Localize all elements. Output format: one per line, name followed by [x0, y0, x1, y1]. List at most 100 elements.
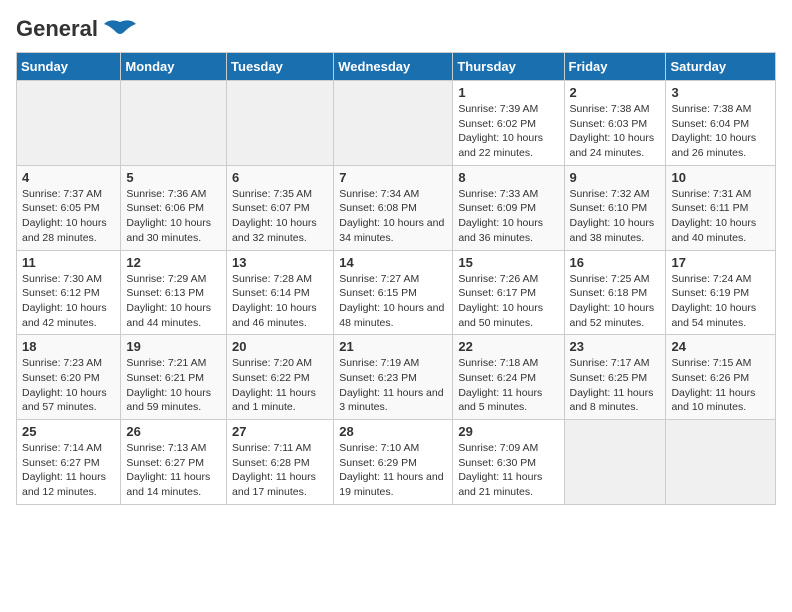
day-info: Sunrise: 7:23 AMSunset: 6:20 PMDaylight:… [22, 356, 115, 415]
calendar-cell [17, 81, 121, 166]
day-info: Sunrise: 7:20 AMSunset: 6:22 PMDaylight:… [232, 356, 328, 415]
page-header: General [16, 16, 776, 42]
day-number: 4 [22, 170, 115, 185]
calendar-cell [227, 81, 334, 166]
calendar-cell: 2 Sunrise: 7:38 AMSunset: 6:03 PMDayligh… [564, 81, 666, 166]
day-number: 7 [339, 170, 447, 185]
day-info: Sunrise: 7:38 AMSunset: 6:03 PMDaylight:… [570, 102, 661, 161]
calendar-cell: 20 Sunrise: 7:20 AMSunset: 6:22 PMDaylig… [227, 335, 334, 420]
calendar-cell: 28 Sunrise: 7:10 AMSunset: 6:29 PMDaylig… [334, 420, 453, 505]
calendar-cell [121, 81, 227, 166]
day-info: Sunrise: 7:38 AMSunset: 6:04 PMDaylight:… [671, 102, 770, 161]
day-number: 12 [126, 255, 221, 270]
day-info: Sunrise: 7:39 AMSunset: 6:02 PMDaylight:… [458, 102, 558, 161]
day-info: Sunrise: 7:27 AMSunset: 6:15 PMDaylight:… [339, 272, 447, 331]
day-info: Sunrise: 7:18 AMSunset: 6:24 PMDaylight:… [458, 356, 558, 415]
day-number: 29 [458, 424, 558, 439]
day-number: 2 [570, 85, 661, 100]
day-number: 5 [126, 170, 221, 185]
calendar-cell [334, 81, 453, 166]
day-number: 24 [671, 339, 770, 354]
day-info: Sunrise: 7:24 AMSunset: 6:19 PMDaylight:… [671, 272, 770, 331]
day-info: Sunrise: 7:31 AMSunset: 6:11 PMDaylight:… [671, 187, 770, 246]
calendar-cell: 7 Sunrise: 7:34 AMSunset: 6:08 PMDayligh… [334, 165, 453, 250]
col-header-sunday: Sunday [17, 53, 121, 81]
day-info: Sunrise: 7:19 AMSunset: 6:23 PMDaylight:… [339, 356, 447, 415]
calendar-cell: 4 Sunrise: 7:37 AMSunset: 6:05 PMDayligh… [17, 165, 121, 250]
calendar-cell: 16 Sunrise: 7:25 AMSunset: 6:18 PMDaylig… [564, 250, 666, 335]
day-number: 6 [232, 170, 328, 185]
col-header-monday: Monday [121, 53, 227, 81]
day-number: 19 [126, 339, 221, 354]
calendar-cell: 23 Sunrise: 7:17 AMSunset: 6:25 PMDaylig… [564, 335, 666, 420]
calendar-cell: 18 Sunrise: 7:23 AMSunset: 6:20 PMDaylig… [17, 335, 121, 420]
logo: General [16, 16, 138, 42]
day-number: 25 [22, 424, 115, 439]
day-number: 23 [570, 339, 661, 354]
day-info: Sunrise: 7:11 AMSunset: 6:28 PMDaylight:… [232, 441, 328, 500]
col-header-tuesday: Tuesday [227, 53, 334, 81]
day-info: Sunrise: 7:37 AMSunset: 6:05 PMDaylight:… [22, 187, 115, 246]
day-number: 21 [339, 339, 447, 354]
day-number: 17 [671, 255, 770, 270]
calendar-cell: 10 Sunrise: 7:31 AMSunset: 6:11 PMDaylig… [666, 165, 776, 250]
day-info: Sunrise: 7:32 AMSunset: 6:10 PMDaylight:… [570, 187, 661, 246]
day-info: Sunrise: 7:13 AMSunset: 6:27 PMDaylight:… [126, 441, 221, 500]
calendar-cell: 8 Sunrise: 7:33 AMSunset: 6:09 PMDayligh… [453, 165, 564, 250]
logo-general: General [16, 16, 98, 42]
calendar-cell: 11 Sunrise: 7:30 AMSunset: 6:12 PMDaylig… [17, 250, 121, 335]
day-info: Sunrise: 7:28 AMSunset: 6:14 PMDaylight:… [232, 272, 328, 331]
calendar-cell [564, 420, 666, 505]
day-number: 26 [126, 424, 221, 439]
day-number: 16 [570, 255, 661, 270]
day-info: Sunrise: 7:15 AMSunset: 6:26 PMDaylight:… [671, 356, 770, 415]
col-header-friday: Friday [564, 53, 666, 81]
day-number: 13 [232, 255, 328, 270]
calendar-cell: 3 Sunrise: 7:38 AMSunset: 6:04 PMDayligh… [666, 81, 776, 166]
calendar-cell: 29 Sunrise: 7:09 AMSunset: 6:30 PMDaylig… [453, 420, 564, 505]
calendar-cell: 12 Sunrise: 7:29 AMSunset: 6:13 PMDaylig… [121, 250, 227, 335]
day-info: Sunrise: 7:21 AMSunset: 6:21 PMDaylight:… [126, 356, 221, 415]
day-number: 27 [232, 424, 328, 439]
calendar-cell: 13 Sunrise: 7:28 AMSunset: 6:14 PMDaylig… [227, 250, 334, 335]
calendar-cell: 27 Sunrise: 7:11 AMSunset: 6:28 PMDaylig… [227, 420, 334, 505]
col-header-saturday: Saturday [666, 53, 776, 81]
calendar-cell: 9 Sunrise: 7:32 AMSunset: 6:10 PMDayligh… [564, 165, 666, 250]
day-info: Sunrise: 7:30 AMSunset: 6:12 PMDaylight:… [22, 272, 115, 331]
day-number: 18 [22, 339, 115, 354]
day-number: 28 [339, 424, 447, 439]
calendar-cell: 19 Sunrise: 7:21 AMSunset: 6:21 PMDaylig… [121, 335, 227, 420]
calendar-cell: 22 Sunrise: 7:18 AMSunset: 6:24 PMDaylig… [453, 335, 564, 420]
col-header-thursday: Thursday [453, 53, 564, 81]
day-number: 1 [458, 85, 558, 100]
calendar-cell: 1 Sunrise: 7:39 AMSunset: 6:02 PMDayligh… [453, 81, 564, 166]
col-header-wednesday: Wednesday [334, 53, 453, 81]
day-number: 22 [458, 339, 558, 354]
calendar-cell: 15 Sunrise: 7:26 AMSunset: 6:17 PMDaylig… [453, 250, 564, 335]
calendar-cell: 5 Sunrise: 7:36 AMSunset: 6:06 PMDayligh… [121, 165, 227, 250]
day-info: Sunrise: 7:36 AMSunset: 6:06 PMDaylight:… [126, 187, 221, 246]
calendar-table: SundayMondayTuesdayWednesdayThursdayFrid… [16, 52, 776, 505]
day-info: Sunrise: 7:09 AMSunset: 6:30 PMDaylight:… [458, 441, 558, 500]
calendar-cell: 17 Sunrise: 7:24 AMSunset: 6:19 PMDaylig… [666, 250, 776, 335]
day-info: Sunrise: 7:34 AMSunset: 6:08 PMDaylight:… [339, 187, 447, 246]
calendar-cell: 24 Sunrise: 7:15 AMSunset: 6:26 PMDaylig… [666, 335, 776, 420]
calendar-cell: 25 Sunrise: 7:14 AMSunset: 6:27 PMDaylig… [17, 420, 121, 505]
day-number: 9 [570, 170, 661, 185]
day-number: 20 [232, 339, 328, 354]
calendar-cell: 14 Sunrise: 7:27 AMSunset: 6:15 PMDaylig… [334, 250, 453, 335]
day-number: 10 [671, 170, 770, 185]
day-info: Sunrise: 7:26 AMSunset: 6:17 PMDaylight:… [458, 272, 558, 331]
day-info: Sunrise: 7:14 AMSunset: 6:27 PMDaylight:… [22, 441, 115, 500]
day-number: 14 [339, 255, 447, 270]
day-info: Sunrise: 7:25 AMSunset: 6:18 PMDaylight:… [570, 272, 661, 331]
calendar-cell: 6 Sunrise: 7:35 AMSunset: 6:07 PMDayligh… [227, 165, 334, 250]
day-number: 15 [458, 255, 558, 270]
day-info: Sunrise: 7:33 AMSunset: 6:09 PMDaylight:… [458, 187, 558, 246]
day-number: 8 [458, 170, 558, 185]
day-info: Sunrise: 7:17 AMSunset: 6:25 PMDaylight:… [570, 356, 661, 415]
day-number: 11 [22, 255, 115, 270]
day-number: 3 [671, 85, 770, 100]
calendar-cell [666, 420, 776, 505]
day-info: Sunrise: 7:10 AMSunset: 6:29 PMDaylight:… [339, 441, 447, 500]
